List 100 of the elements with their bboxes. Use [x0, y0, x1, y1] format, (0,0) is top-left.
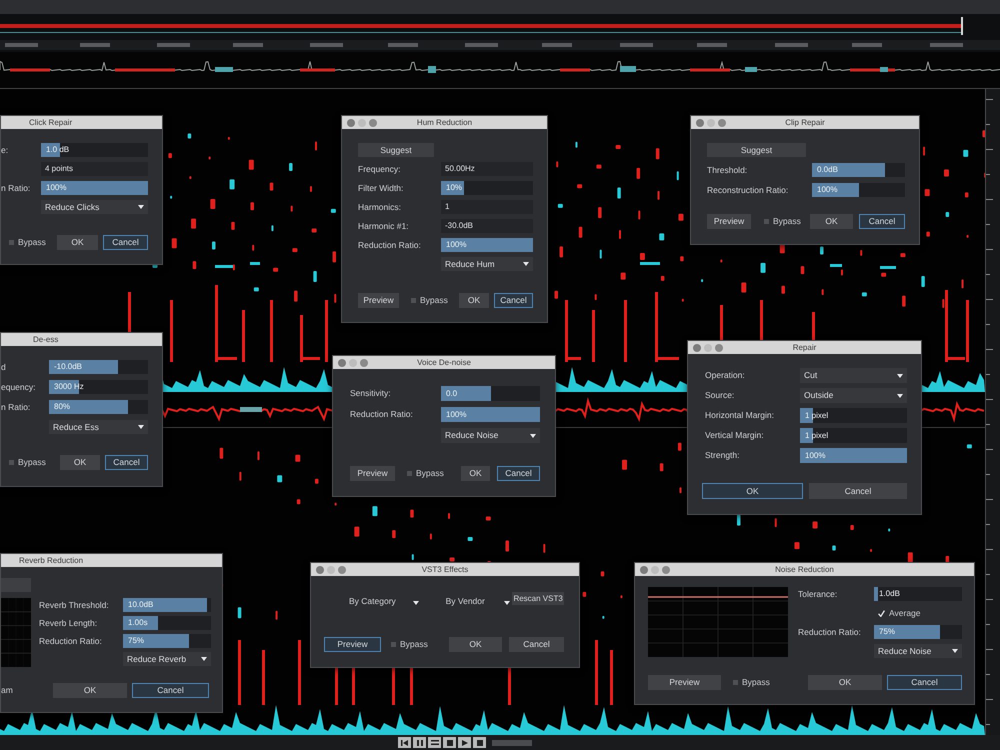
dialog-button[interactable]: Cancel — [103, 235, 148, 250]
field-label: e: — [1, 146, 8, 154]
horizontal-scrollbar[interactable] — [492, 740, 532, 746]
checkbox[interactable]: Bypass — [407, 469, 444, 478]
double-bar-button[interactable] — [428, 737, 441, 748]
field-label: Source: — [705, 391, 734, 400]
slider[interactable]: 80% — [49, 400, 148, 414]
dialog-button[interactable]: Cancel — [132, 683, 209, 698]
dialog-button[interactable]: Cancel — [509, 637, 564, 652]
dialog-button[interactable]: Cancel — [497, 466, 540, 481]
caret-icon — [897, 374, 903, 378]
checkbox[interactable]: Bypass — [9, 238, 46, 247]
window-controls-icon[interactable] — [696, 118, 726, 126]
stop-icon — [446, 740, 452, 746]
slider[interactable]: 100% — [441, 407, 540, 422]
checkbox[interactable]: Bypass — [733, 678, 770, 687]
slider[interactable]: 3000 Hz — [49, 380, 148, 394]
dropdown[interactable]: Reduce Noise — [874, 644, 962, 658]
double-bar-icon — [430, 740, 438, 745]
dialog-button[interactable]: OK — [702, 483, 803, 499]
window-title: Reverb Reduction — [19, 556, 84, 564]
slider[interactable]: 100% — [441, 238, 533, 252]
field-label: Threshold: — [707, 166, 748, 174]
dropdown[interactable]: Outside — [800, 388, 907, 403]
dropdown[interactable]: Cut — [800, 368, 907, 383]
pause-icon — [416, 740, 422, 746]
slider[interactable]: 10.0dB — [123, 598, 211, 612]
dialog-button[interactable]: Cancel — [494, 293, 533, 308]
dialog-button[interactable]: OK — [810, 214, 853, 229]
dialog-button[interactable]: OK — [808, 675, 882, 690]
input-field[interactable]: 50.00Hz — [441, 162, 533, 176]
dropdown[interactable]: Reduce Noise — [441, 428, 540, 443]
field-label: Filter Width: — [358, 184, 404, 192]
dialog-button[interactable]: OK — [459, 293, 489, 308]
checkbox[interactable]: Bypass — [391, 640, 428, 649]
field-label: d — [1, 362, 6, 372]
checkbox[interactable]: Bypass — [9, 458, 46, 467]
dropdown[interactable]: Reduce Reverb — [123, 652, 211, 666]
field-label: n Ratio: — [1, 402, 30, 412]
slider[interactable]: 100% — [800, 448, 907, 463]
play-button[interactable] — [458, 737, 471, 748]
input-field[interactable]: -30.0dB — [441, 219, 533, 233]
window-title: Repair — [792, 344, 816, 352]
slider[interactable]: 0.0dB — [812, 163, 905, 177]
pause-button[interactable] — [413, 737, 426, 748]
window-title: VST3 Effects — [422, 566, 468, 574]
footer-label: am — [1, 686, 13, 695]
window-controls-icon[interactable] — [316, 566, 346, 574]
dialog-button[interactable]: Preview — [707, 214, 751, 229]
dialog-button[interactable]: OK — [53, 683, 127, 698]
slider[interactable]: 100% — [812, 183, 905, 197]
window-controls-icon[interactable] — [693, 344, 723, 352]
dropdown[interactable]: Reduce Ess — [49, 420, 148, 434]
checkbox[interactable]: Average — [874, 608, 921, 618]
window-title: Clip Repair — [785, 118, 825, 126]
action-button[interactable]: Rescan VST3 — [512, 592, 564, 605]
caret-icon — [138, 205, 144, 209]
dialog-button[interactable]: Cancel — [887, 675, 962, 690]
slider[interactable]: 75% — [874, 625, 962, 639]
input-field[interactable]: 4 points — [41, 162, 148, 176]
slider[interactable]: 1.00s — [123, 616, 211, 630]
checkbox[interactable]: Bypass — [764, 217, 801, 226]
filter-menu[interactable]: By Category — [349, 592, 419, 605]
action-button[interactable]: Suggest — [707, 143, 806, 157]
dialog-button[interactable]: Preview — [358, 293, 399, 308]
slider[interactable]: 1.0dB — [874, 587, 962, 601]
field-label: Harmonics: — [358, 202, 401, 212]
dialog-button[interactable]: Preview — [648, 675, 721, 690]
field-label: Harmonic #1: — [358, 222, 409, 230]
slider[interactable]: 10% — [441, 181, 533, 195]
skip-back-button[interactable] — [398, 737, 411, 748]
window-controls-icon[interactable] — [347, 118, 377, 126]
dialog-button[interactable]: OK — [449, 637, 502, 652]
slider[interactable]: 75% — [123, 634, 211, 648]
input-field[interactable]: 1 — [441, 200, 533, 214]
dialog-button[interactable]: OK — [57, 235, 98, 250]
action-button[interactable]: Suggest — [358, 143, 434, 157]
square-icon — [476, 740, 482, 746]
slider[interactable]: 100% — [41, 181, 148, 195]
window-controls-icon[interactable] — [640, 566, 670, 574]
square-button[interactable] — [473, 737, 486, 748]
dropdown[interactable]: Reduce Hum — [441, 257, 533, 271]
dropdown[interactable]: Reduce Clicks — [41, 200, 148, 214]
dialog-button[interactable]: Cancel — [105, 455, 148, 470]
field-label: equency: — [1, 382, 36, 392]
stop-button[interactable] — [443, 737, 456, 748]
slider[interactable]: -10.0dB — [49, 360, 148, 374]
dialog-button[interactable]: Cancel — [809, 483, 907, 499]
dialog-button[interactable]: Preview — [324, 637, 381, 652]
dialog-button[interactable]: Cancel — [859, 214, 905, 229]
window-title: De-ess — [33, 336, 58, 344]
checkbox[interactable]: Bypass — [411, 296, 448, 305]
dialog-button[interactable]: Preview — [350, 466, 395, 481]
caret-icon — [201, 657, 207, 661]
window-controls-icon[interactable] — [338, 358, 368, 366]
dialog-button[interactable]: OK — [60, 455, 100, 470]
slider[interactable]: 0.0 — [441, 386, 540, 401]
field-label: Operation: — [705, 371, 745, 380]
dialog-button[interactable]: OK — [461, 466, 490, 481]
filter-menu[interactable]: By Vendor — [446, 592, 510, 605]
